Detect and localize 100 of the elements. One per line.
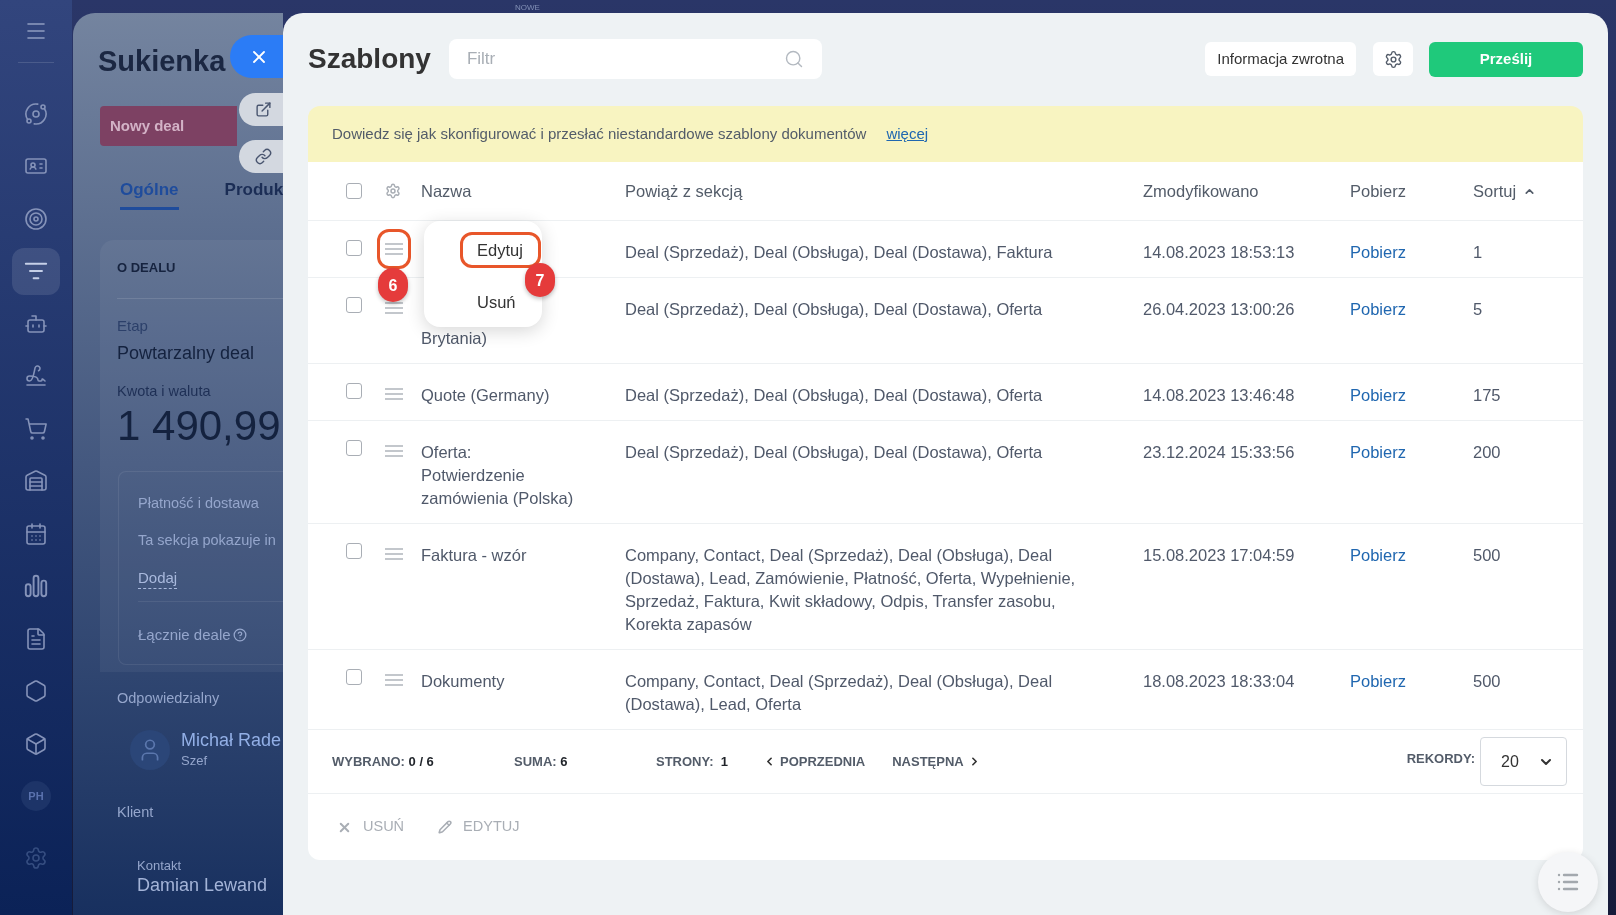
close-button[interactable] (230, 35, 283, 78)
checkbox[interactable] (346, 543, 362, 559)
linked-sections: Company, Contact, Deal (Sprzedaż), Deal (Obsługa), Deal (Dostawa), Lead, Zamówienie, Płatność, Oferta, Wypełnienie, Sprzedaż, Faktura, Kwit składowy, Odpis, Transfer zasobu, Korekta zapasów (625, 546, 1076, 633)
template-name: Brytania) (421, 329, 488, 347)
row-menu-button[interactable] (385, 388, 403, 400)
add-link[interactable]: Dodaj (138, 568, 178, 589)
checkbox[interactable] (346, 183, 362, 199)
template-name: Quote (Germany) (421, 386, 550, 404)
feedback-button[interactable]: Informacja zwrotna (1205, 42, 1356, 76)
notice-text: Dowiedz się jak skonfigurować i przesłać niestandardowe szablony dokumentów (332, 123, 867, 144)
download-link[interactable]: Pobierz (1350, 243, 1406, 261)
settings-button[interactable] (1373, 42, 1413, 76)
field-label: Kontakt (137, 858, 182, 874)
total-count: SUMA: 6 (514, 753, 568, 769)
previous-page-button[interactable]: POPRZEDNIA (763, 751, 866, 772)
records-per-page-select[interactable]: 20 (1480, 737, 1567, 786)
field-label: Łącznie deale (138, 625, 231, 645)
hexagon-icon (24, 679, 48, 703)
page-count: STRONY: 1 (656, 753, 728, 769)
menu-icon (385, 243, 403, 255)
cart-icon (24, 416, 48, 441)
page-title: Szablony (308, 42, 431, 76)
modified-date: 18.08.2023 18:33:04 (1143, 672, 1295, 690)
search-icon[interactable] (783, 49, 804, 69)
sort-value: 500 (1473, 672, 1501, 690)
column-header: Pobierz (1350, 180, 1406, 202)
amount-value: 1 490,99 (117, 403, 281, 449)
column-header: Nazwa (421, 180, 472, 202)
menu-icon (385, 388, 403, 400)
open-in-new-window-button[interactable] (239, 93, 283, 126)
gear-icon[interactable] (385, 183, 401, 199)
menu-icon (385, 445, 403, 457)
signature-icon (24, 364, 48, 388)
linked-sections: Deal (Sprzedaż), Deal (Obsługa), Deal (Dostawa), Faktura (625, 243, 1053, 261)
template-name: Oferta: Potwierdzenie zamówienia (Polska) (421, 443, 574, 507)
help-icon[interactable] (232, 628, 247, 642)
settings-icon (1383, 49, 1403, 69)
checkbox[interactable] (346, 669, 362, 685)
row-menu-button[interactable] (385, 302, 403, 314)
column-header[interactable]: Sortuj (1473, 178, 1517, 204)
column-header: Powiąż z sekcją (625, 180, 743, 202)
section-title: O DEALU (117, 259, 176, 277)
sort-value: 200 (1473, 443, 1501, 461)
linked-sections: Deal (Sprzedaż), Deal (Obsługa), Deal (Dostawa), Oferta (625, 443, 1043, 461)
row-menu-button[interactable] (377, 229, 411, 269)
nav-button[interactable] (12, 247, 60, 295)
sort-value: 500 (1473, 546, 1501, 564)
column-header: Zmodyfikowano (1143, 180, 1259, 202)
modified-date: 26.04.2023 13:00:26 (1143, 300, 1295, 318)
person-name[interactable]: Michał Rade (181, 729, 282, 751)
download-link[interactable]: Pobierz (1350, 443, 1406, 461)
linked-sections: Deal (Sprzedaż), Deal (Obsługa), Deal (Dostawa), Oferta (625, 386, 1043, 404)
copy-link-button[interactable] (239, 140, 283, 173)
external-link-icon (254, 101, 272, 118)
menu-icon (385, 674, 403, 686)
checkbox[interactable] (346, 383, 362, 399)
download-link[interactable]: Pobierz (1350, 672, 1406, 690)
new-label: NOWE (515, 3, 540, 13)
checkbox[interactable] (346, 297, 362, 313)
menu-item[interactable]: Usuń (460, 284, 516, 320)
calendar-icon (24, 521, 48, 546)
next-page-button[interactable]: NASTĘPNA (892, 751, 981, 772)
section-description: Ta sekcja pokazuje in (138, 531, 276, 550)
download-link[interactable]: Pobierz (1350, 546, 1406, 564)
selected-count: WYBRANO: 0 / 6 (332, 753, 434, 769)
modified-date: 23.12.2024 15:33:56 (1143, 443, 1295, 461)
template-name: Dokumenty (421, 672, 505, 690)
settings-icon[interactable] (24, 845, 48, 870)
field-label: Płatność i dostawa (138, 494, 259, 513)
sort-value: 1 (1473, 243, 1483, 261)
menu-icon (385, 302, 403, 314)
avatar-icon (130, 730, 170, 770)
field-value: Powtarzalny deal (117, 342, 255, 365)
stage-bar[interactable]: Nowy deal (100, 106, 237, 146)
linked-sections: Deal (Sprzedaż), Deal (Obsługa), Deal (Dostawa), Oferta (625, 300, 1043, 318)
list-button[interactable] (1538, 852, 1598, 912)
menu-icon (385, 548, 403, 560)
download-link[interactable]: Pobierz (1350, 386, 1406, 404)
row-menu-button[interactable] (385, 548, 403, 560)
download-link[interactable]: Pobierz (1350, 300, 1406, 318)
cube-icon (24, 731, 48, 756)
row-menu-button[interactable] (385, 674, 403, 686)
filter-field[interactable]: Filtr (448, 39, 822, 79)
sort-value: 175 (1473, 386, 1501, 404)
document-icon (24, 626, 48, 651)
row-menu-button[interactable] (385, 445, 403, 457)
field-label: Klient (117, 803, 154, 822)
contact-name[interactable]: Damian Lewand (137, 874, 268, 896)
records-label: REKORDY: (1406, 749, 1475, 768)
target-icon (24, 206, 48, 231)
modified-date: 14.08.2023 13:46:48 (1143, 386, 1295, 404)
template-name: Faktura - wzór (421, 546, 527, 564)
checkbox[interactable] (346, 440, 362, 456)
checkbox[interactable] (346, 240, 362, 256)
modified-date: 14.08.2023 18:53:13 (1143, 243, 1295, 261)
more-link[interactable]: więcej (886, 122, 929, 146)
pencil-icon (438, 820, 453, 834)
link-icon (254, 148, 272, 165)
deal-title: Sukienka (98, 44, 226, 79)
sort-value: 5 (1473, 300, 1483, 318)
